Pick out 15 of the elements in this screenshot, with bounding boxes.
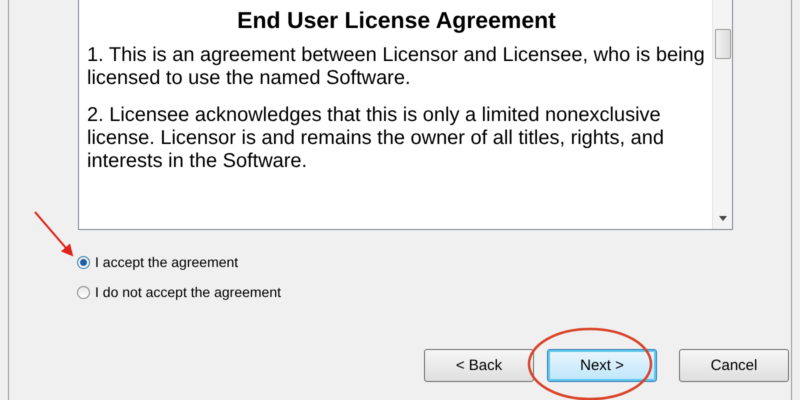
radio-button[interactable] — [77, 256, 90, 268]
back-button[interactable]: < Back — [424, 349, 534, 382]
radio-label[interactable]: I do not accept the agreement — [95, 284, 282, 300]
next-button[interactable]: Next > — [547, 349, 657, 382]
license-title: End User License Agreement — [236, 7, 557, 34]
scrollbar[interactable] — [712, 0, 732, 229]
scroll-down-icon[interactable] — [718, 216, 726, 221]
scroll-thumb[interactable] — [714, 29, 730, 59]
license-paragraph: 1. This is an agreement between Licensor and Licensee, who is being licensed to use the named Software. — [87, 44, 706, 90]
radio-label[interactable]: I accept the agreement — [95, 254, 238, 270]
license-paragraph: 2. Licensee acknowledges that this is only a limited nonexclusive license. Licensor is and remains the owner of all titles, rights, and interests in the Software. — [87, 104, 665, 173]
annotation-arrow — [34, 211, 74, 257]
radio-button[interactable] — [77, 286, 90, 298]
license-text-box[interactable] — [78, 0, 733, 230]
cancel-button[interactable]: Cancel — [679, 349, 789, 382]
